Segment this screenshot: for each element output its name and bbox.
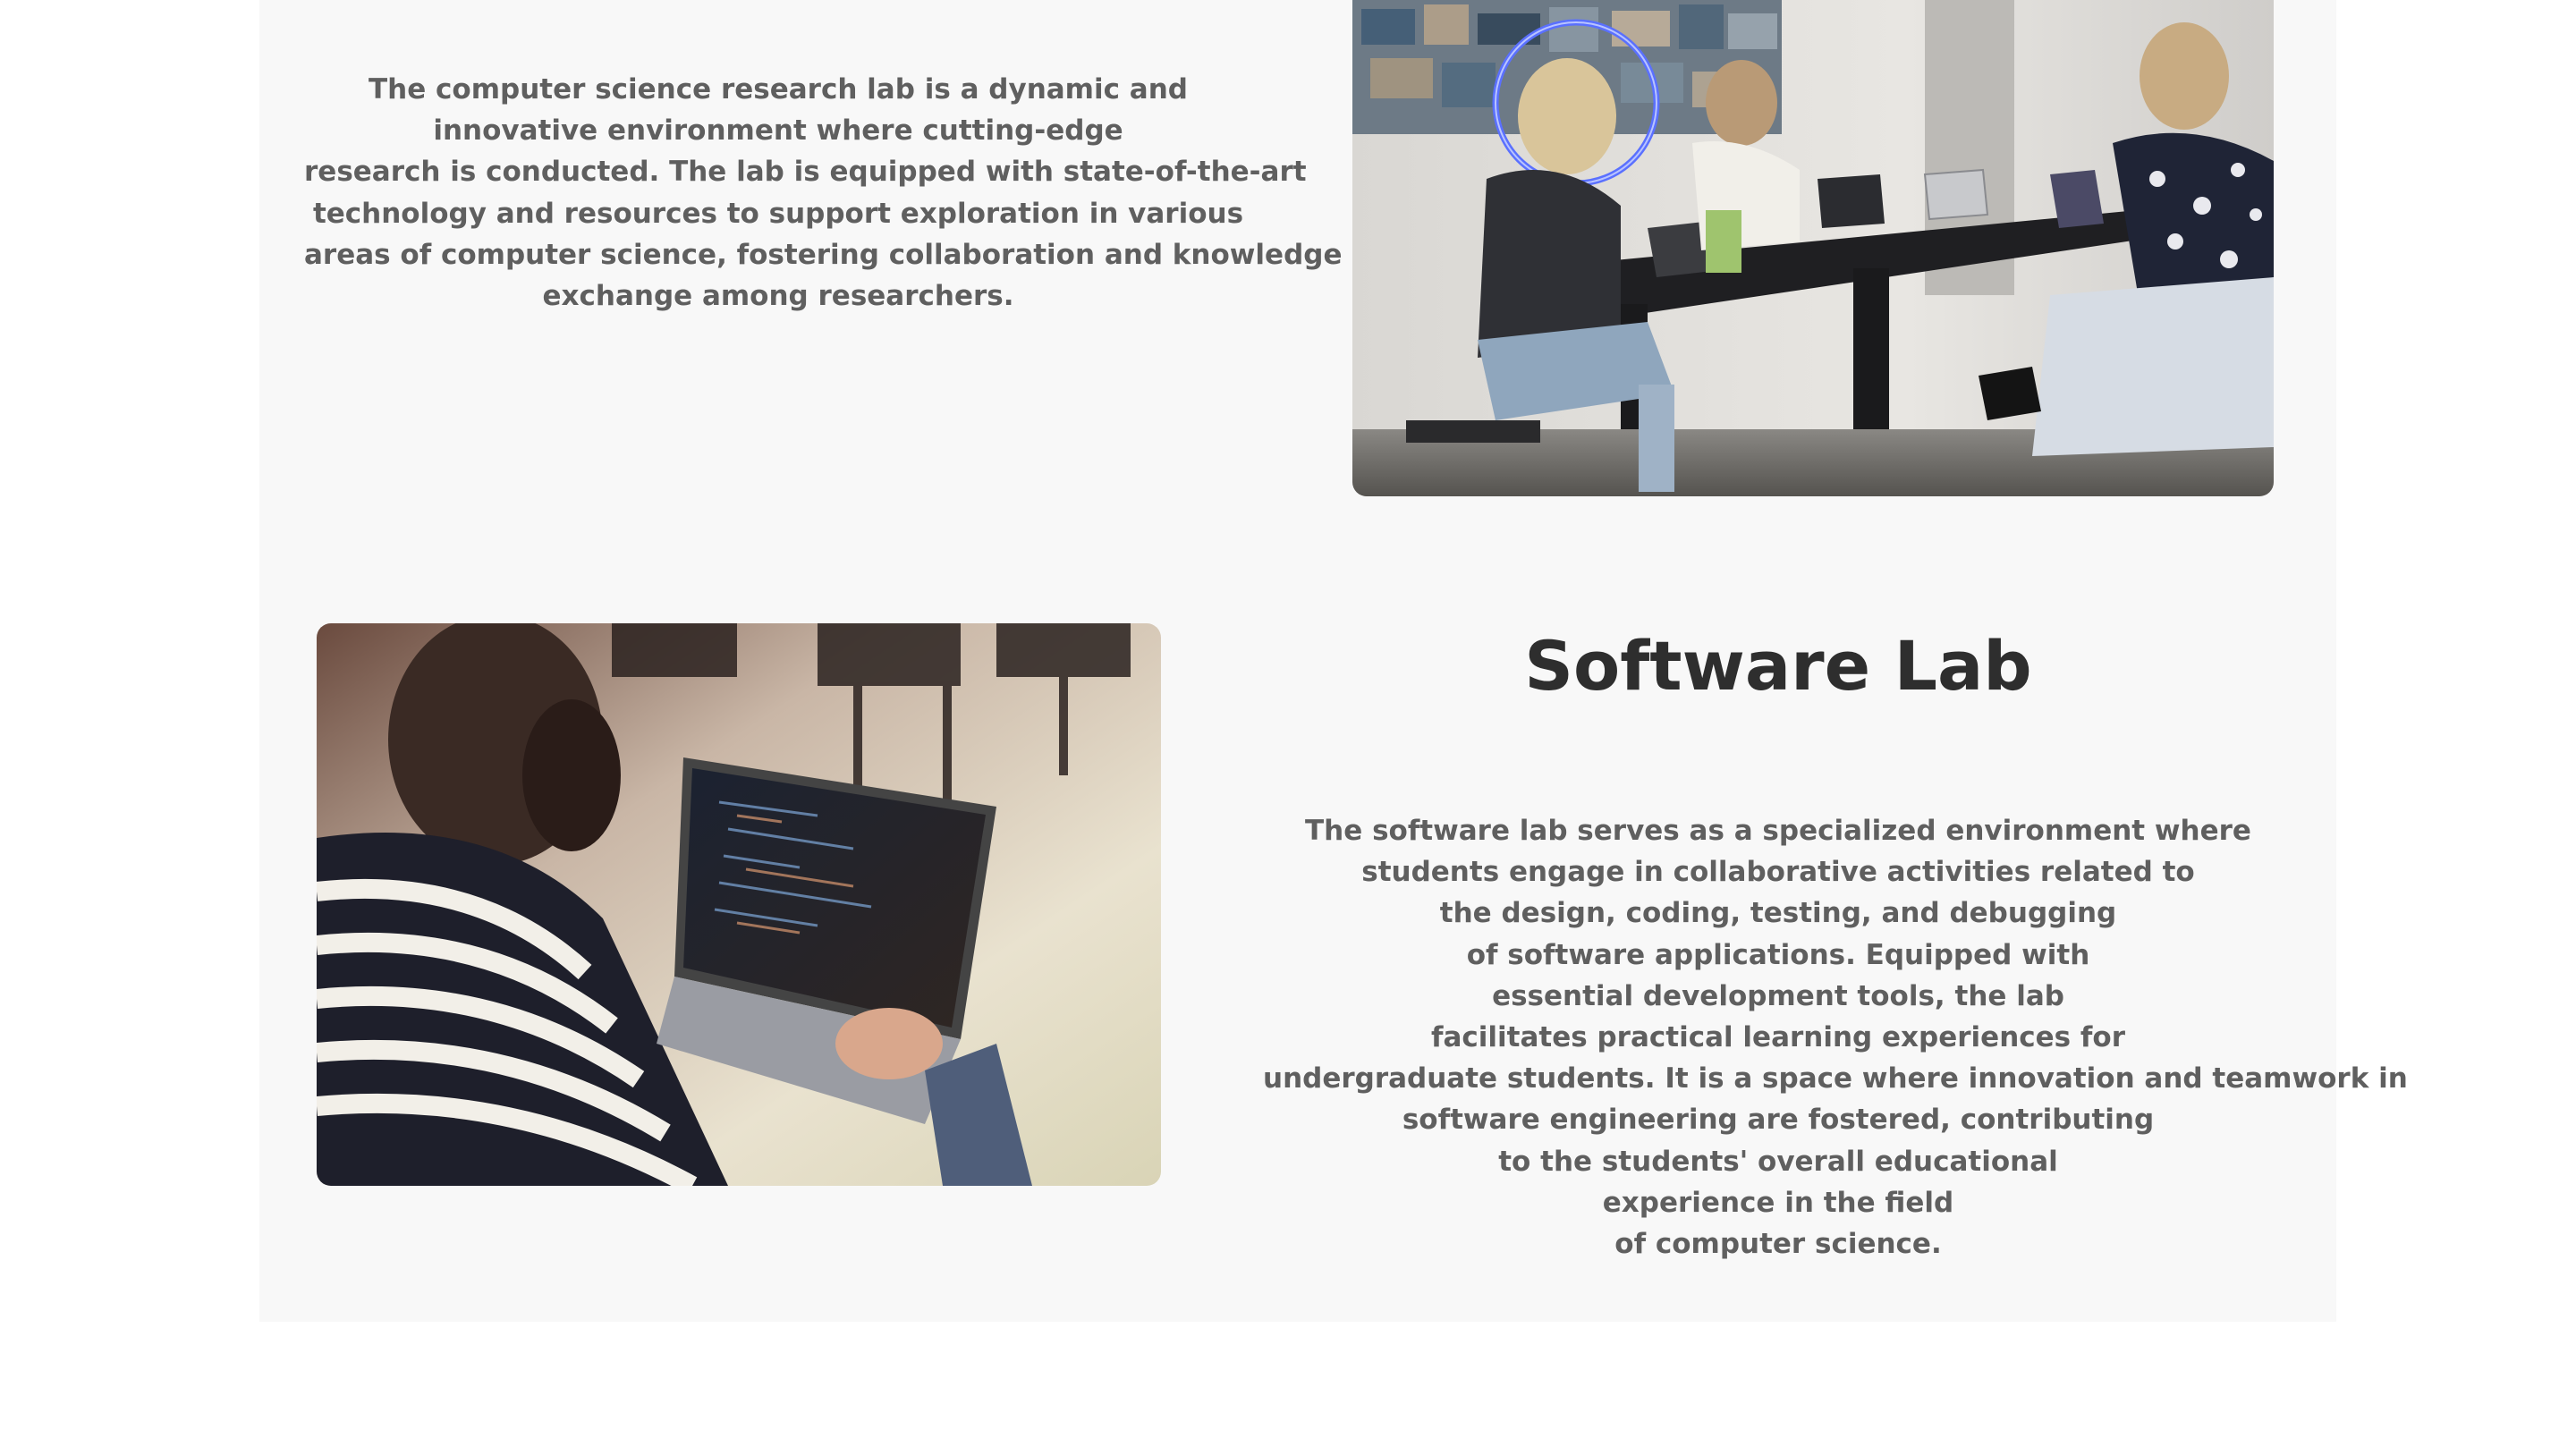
description-line: research is conducted. The lab is equipp… [304, 156, 1307, 189]
description-line: facilitates practical learning experienc… [1431, 1021, 2125, 1054]
description-line: innovative environment where cutting-edg… [433, 114, 1123, 148]
description-line: software engineering are fostered, contr… [1402, 1104, 2155, 1137]
description-line: of computer science. [1614, 1228, 1942, 1261]
description-line: to the students' overall educational [1498, 1145, 2058, 1178]
research-lab-photo [1352, 0, 2274, 496]
software-lab-description: The software lab serves as a specialized… [1263, 810, 2408, 1265]
software-lab-photo-art [317, 623, 1161, 1186]
software-lab-photo [317, 623, 1161, 1186]
description-line: essential development tools, the lab [1492, 979, 2064, 1012]
description-line: experience in the field [1602, 1186, 1954, 1219]
description-line: The computer science research lab is a d… [369, 73, 1188, 106]
description-line: the design, coding, testing, and debuggi… [1439, 897, 2117, 930]
description-line: students engage in collaborative activit… [1361, 856, 2195, 889]
description-line: exchange among researchers. [542, 280, 1014, 313]
research-lab-photo-art [1352, 0, 2274, 496]
research-lab-description: The computer science research lab is a d… [304, 69, 1343, 317]
description-line: undergraduate students. It is a space wh… [1263, 1062, 2408, 1095]
description-line: The software lab serves as a specialized… [1305, 815, 2251, 847]
description-line: of software applications. Equipped with [1466, 938, 2090, 971]
description-line: areas of computer science, fostering col… [304, 238, 1343, 271]
description-line: technology and resources to support expl… [312, 197, 1244, 230]
software-lab-title: Software Lab [1524, 626, 2032, 706]
